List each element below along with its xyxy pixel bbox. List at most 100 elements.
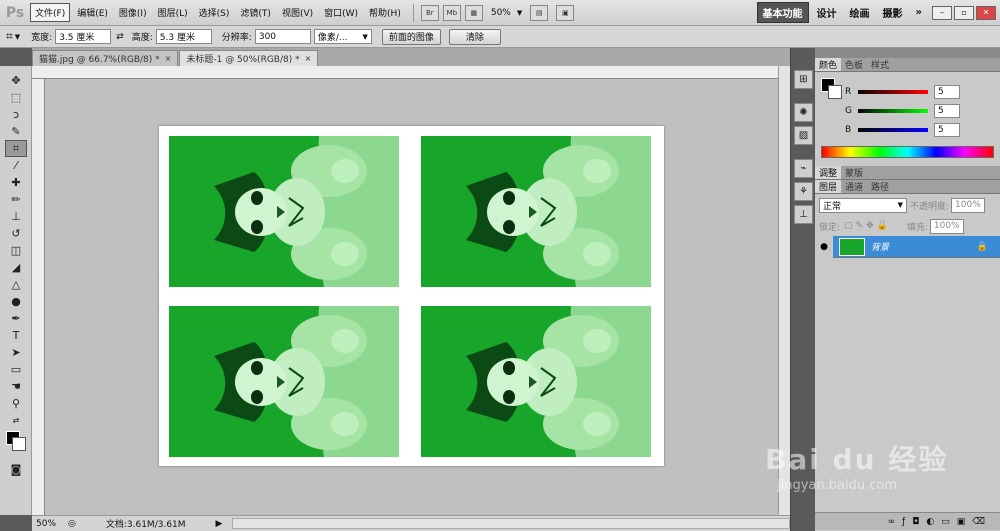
move-tool-icon[interactable]: ✥ (5, 72, 27, 89)
tab-masks[interactable]: 蒙版 (841, 166, 867, 179)
blue-slider[interactable] (858, 127, 928, 132)
mask-icon[interactable]: ◘ (912, 517, 926, 527)
blue-value-input[interactable]: 5 (934, 122, 960, 137)
quick-select-tool-icon[interactable]: ✎ (5, 123, 27, 140)
tab-color[interactable]: 颜色 (815, 58, 842, 71)
document-page[interactable] (159, 126, 664, 466)
tab-channels[interactable]: 通道 (841, 180, 867, 193)
arrange-documents-button[interactable]: ▤ (530, 4, 549, 21)
eyedropper-tool-icon[interactable]: ⁄ (5, 157, 27, 174)
swap-colors-icon[interactable]: ⇄ (5, 412, 27, 429)
mini-bridge-button[interactable]: Mb (442, 4, 461, 21)
workspace-design[interactable]: 设计 (812, 3, 842, 22)
menu-filter[interactable]: 滤镜(T) (236, 4, 275, 21)
minimize-button[interactable]: – (932, 5, 952, 20)
resolution-input[interactable]: 300 (254, 29, 311, 44)
resolution-unit-select[interactable]: 像素/... ▼ (313, 29, 372, 44)
healing-brush-tool-icon[interactable]: ✚ (5, 174, 27, 191)
menu-image[interactable]: 图像(I) (115, 4, 151, 21)
adjustment-layer-icon[interactable]: ◐ (926, 517, 941, 527)
stamp-icon[interactable]: ⊥ (794, 205, 813, 224)
restore-button[interactable]: ▫ (954, 5, 974, 20)
red-slider[interactable] (858, 89, 928, 94)
status-zoom[interactable]: 50% (32, 519, 62, 529)
menu-window[interactable]: 窗口(W) (320, 4, 362, 21)
clear-button[interactable]: 清除 (448, 28, 501, 45)
fill-input[interactable]: 100% (929, 218, 964, 234)
layer-row-background[interactable]: ● 背景 🔒 (815, 235, 1000, 258)
brush-tool-icon[interactable]: ✏ (5, 191, 27, 208)
doc-tab-cat-jpg[interactable]: 猫猫.jpg @ 66.7%(RGB/8) * × (32, 50, 179, 66)
new-group-icon[interactable]: ▭ (941, 517, 957, 527)
image-icon[interactable]: ▨ (794, 126, 813, 145)
photo-top-right (421, 136, 651, 287)
menu-layer[interactable]: 图层(L) (154, 4, 192, 21)
path-select-tool-icon[interactable]: ➤ (5, 344, 27, 361)
menu-help[interactable]: 帮助(H) (365, 4, 405, 21)
bg-color-swatch[interactable] (828, 85, 842, 99)
delete-layer-icon[interactable]: ⌫ (972, 517, 992, 527)
type-tool-icon[interactable]: T (5, 327, 27, 344)
new-layer-icon[interactable]: ▣ (957, 517, 973, 527)
clone-stamp-tool-icon[interactable]: ⊥ (5, 208, 27, 225)
hand-tool-icon[interactable]: ☚ (5, 378, 27, 395)
dodge-tool-icon[interactable]: ● (5, 293, 27, 310)
chevron-down-icon[interactable]: ▼ (517, 9, 522, 17)
workspace-essentials[interactable]: 基本功能 (756, 2, 809, 23)
eraser-tool-icon[interactable]: ◫ (5, 242, 27, 259)
workspace-photography[interactable]: 摄影 (878, 3, 908, 22)
paint-bucket-tool-icon[interactable]: ◢ (5, 259, 27, 276)
swap-icon[interactable]: ⇄ (116, 32, 124, 42)
horizontal-scrollbar[interactable] (232, 518, 790, 529)
lasso-tool-icon[interactable]: ↄ (5, 106, 27, 123)
red-value-input[interactable]: 5 (934, 84, 960, 99)
menu-view[interactable]: 视图(V) (278, 4, 317, 21)
eye-icon[interactable]: ● (815, 235, 833, 258)
blend-mode-select[interactable]: 正常 ▼ (819, 197, 907, 213)
tab-layers[interactable]: 图层 (815, 180, 842, 193)
brush-presets-icon[interactable]: ✺ (794, 103, 813, 122)
crop-tool-icon[interactable]: ⌗ (5, 140, 27, 157)
bridge-button[interactable]: Br (420, 4, 439, 21)
crop-tool-icon[interactable]: ⌗ (6, 29, 13, 44)
pen-tool-icon[interactable]: ✒ (5, 310, 27, 327)
opacity-input[interactable]: 100% (951, 197, 986, 213)
close-icon[interactable]: × (305, 54, 312, 63)
link-layers-icon[interactable]: ∞ (888, 517, 903, 527)
doc-tab-untitled[interactable]: 未标题-1 @ 50%(RGB/8) * × (179, 50, 319, 66)
tab-paths[interactable]: 路径 (867, 180, 893, 193)
green-slider[interactable] (858, 108, 928, 113)
quick-mask-icon[interactable]: ◙ (5, 461, 27, 478)
menu-file[interactable]: 文件(F) (30, 3, 71, 22)
tab-swatches[interactable]: 色板 (841, 58, 867, 71)
background-color-swatch[interactable] (12, 437, 26, 451)
tool-preset-chevron-icon[interactable]: ▼ (15, 33, 20, 41)
view-extras-button[interactable]: ▦ (464, 4, 483, 21)
clone-source-icon[interactable]: ⚘ (794, 182, 813, 201)
blur-tool-icon[interactable]: △ (5, 276, 27, 293)
more-workspaces-button[interactable]: » (911, 5, 927, 20)
fx-icon[interactable]: ƒ (902, 517, 912, 527)
tab-adjustments[interactable]: 调整 (815, 166, 842, 179)
mini-bridge-icon[interactable]: ⊞ (794, 70, 813, 89)
close-button[interactable]: ✕ (976, 5, 996, 20)
zoom-level-select[interactable]: 50% (491, 8, 511, 18)
shape-tool-icon[interactable]: ▭ (5, 361, 27, 378)
history-brush-tool-icon[interactable]: ↺ (5, 225, 27, 242)
lock-icons[interactable]: ▢✎✥🔒 (844, 221, 891, 231)
green-value-input[interactable]: 5 (934, 103, 960, 118)
tool-presets-icon[interactable]: ⌁ (794, 159, 813, 178)
front-image-button[interactable]: 前面的图像 (381, 28, 441, 45)
screen-mode-button[interactable]: ▣ (556, 4, 575, 21)
status-menu-arrow-icon[interactable]: ▶ (216, 519, 223, 529)
height-input[interactable]: 5.3 厘米 (155, 29, 212, 44)
menu-select[interactable]: 选择(S) (195, 4, 234, 21)
tab-styles[interactable]: 样式 (867, 58, 893, 71)
workspace-painting[interactable]: 绘画 (845, 3, 875, 22)
menu-edit[interactable]: 编辑(E) (73, 4, 112, 21)
close-icon[interactable]: × (165, 54, 172, 63)
zoom-tool-icon[interactable]: ⚲ (5, 395, 27, 412)
color-spectrum-bar[interactable] (821, 146, 994, 158)
marquee-tool-icon[interactable]: ⬚ (5, 89, 27, 106)
width-input[interactable]: 3.5 厘米 (55, 29, 112, 44)
